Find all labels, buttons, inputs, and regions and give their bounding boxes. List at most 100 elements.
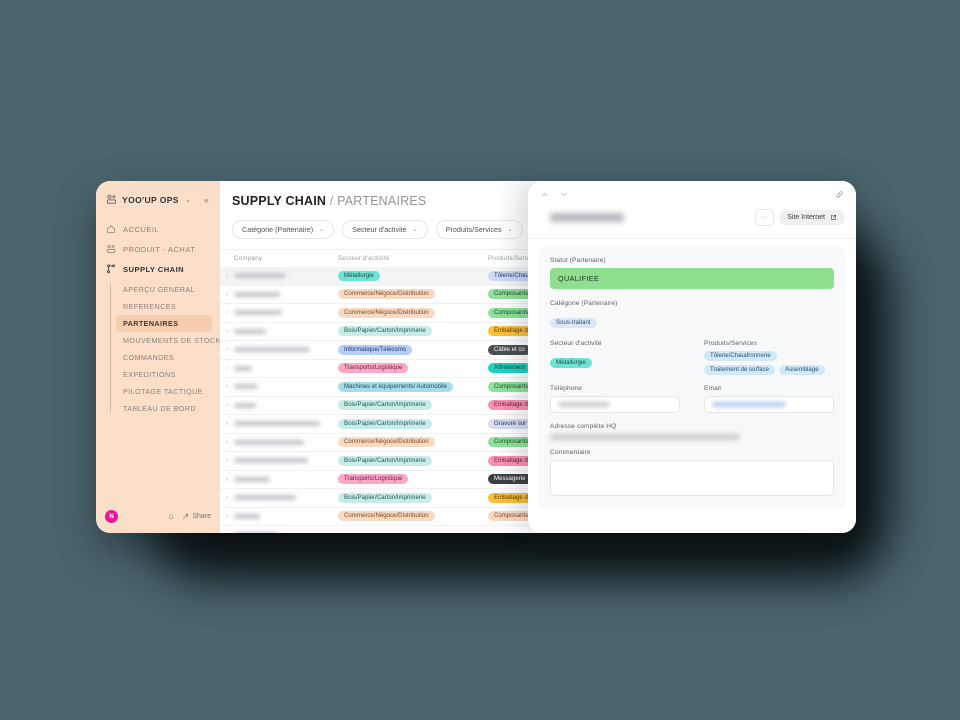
chevron-down-icon[interactable] — [559, 190, 568, 199]
company-name-redacted — [234, 384, 258, 390]
screen: YOO'UP OPS ⌄ « ACCUEIL PRODUIT - ACHAT S… — [0, 0, 960, 720]
expand-row-icon[interactable]: › — [220, 531, 234, 533]
produit-tag[interactable]: Tôlerie/Chaudronnerie — [704, 351, 777, 362]
expand-row-icon[interactable]: › — [220, 291, 234, 298]
sidebar-nav: ACCUEIL PRODUIT - ACHAT SUPPLY CHAIN APE… — [96, 215, 226, 502]
expand-row-icon[interactable]: › — [220, 513, 234, 520]
sidebar-item-commandes[interactable]: COMMANDES — [116, 349, 212, 366]
sidebar-item-partenaires[interactable]: PARTENAIRES — [116, 315, 212, 332]
cell-secteur: Commerce/Négoce/Distribution — [338, 511, 488, 522]
sidebar-item-references[interactable]: REFERENCES — [116, 298, 212, 315]
expand-row-icon[interactable]: › — [220, 346, 234, 353]
expand-row-icon[interactable]: › — [220, 476, 234, 483]
sidebar-item-apercu-general[interactable]: APERÇU GENERAL — [116, 281, 212, 298]
telephone-field[interactable] — [550, 396, 680, 414]
breadcrumb-separator: / — [329, 194, 334, 208]
categorie-tag[interactable]: Sous-traitant — [550, 318, 597, 329]
company-name-redacted — [234, 365, 252, 371]
cell-secteur: Commerce/Négoce/Distribution — [338, 289, 488, 300]
company-name-redacted — [234, 273, 286, 279]
breadcrumb-section: SUPPLY CHAIN — [232, 194, 327, 208]
sidebar-item-pilotage-tactique[interactable]: PILOTAGE TACTIQUE — [116, 383, 212, 400]
secteur-tag: Informatique/Télécoms — [338, 344, 412, 355]
filter-label: Secteur d'activité — [352, 225, 407, 234]
expand-row-icon[interactable]: › — [220, 457, 234, 464]
workspace-logo-icon — [106, 194, 117, 204]
status-badge[interactable]: QUALIFIEE — [550, 268, 834, 289]
bell-icon[interactable] — [167, 512, 175, 521]
external-link-icon — [831, 215, 836, 220]
cell-company — [234, 513, 338, 520]
expand-row-icon[interactable]: › — [220, 309, 234, 316]
cell-company — [234, 494, 338, 501]
expand-row-icon[interactable]: › — [220, 365, 234, 372]
company-name-redacted — [234, 291, 280, 297]
expand-row-icon[interactable]: › — [220, 494, 234, 501]
email-label: Email — [704, 385, 721, 393]
chevron-up-icon[interactable] — [540, 190, 549, 199]
statut-label: Statut (Partenaire) — [550, 257, 606, 264]
sidebar-item-accueil[interactable]: ACCUEIL — [96, 219, 220, 239]
secteur-tag: Bois/Papier/Carton/Imprimerie — [338, 400, 432, 411]
secteur-tag: Bois/Papier/Carton/Imprimerie — [338, 326, 432, 337]
workspace-name: YOO'UP OPS — [122, 194, 179, 205]
site-internet-button[interactable]: Site Internet — [780, 210, 844, 225]
filter-secteur-activite[interactable]: Secteur d'activité ⌄ — [342, 220, 428, 239]
filter-produits-services[interactable]: Produits/Services ⌄ — [435, 220, 523, 239]
secteur-tag: Bois/Papier/Carton/Imprimerie — [338, 492, 432, 503]
commentaire-label: Commentaire — [550, 449, 591, 457]
produit-tag[interactable]: Traitement de surface — [704, 365, 776, 376]
share-label: Share — [192, 513, 211, 520]
expand-row-icon[interactable]: › — [220, 402, 234, 409]
cell-secteur: Commerce/Négoce/Distribution — [338, 437, 488, 448]
cell-company — [234, 476, 338, 483]
cell-company — [234, 439, 338, 446]
cell-company — [234, 457, 338, 464]
link-icon[interactable] — [835, 190, 844, 199]
sidebar-item-supply-chain[interactable]: SUPPLY CHAIN — [96, 259, 220, 279]
share-button[interactable]: Share — [182, 513, 211, 520]
chevron-down-icon: ⌄ — [507, 227, 513, 233]
cell-company — [234, 309, 338, 316]
expand-row-icon[interactable]: › — [220, 272, 234, 279]
sidebar-item-expeditions[interactable]: EXPEDITIONS — [116, 366, 212, 383]
cell-secteur: Métallurgie — [338, 270, 488, 281]
secteur-tag: Métallurgie — [338, 270, 380, 281]
produits-tag-list: Tôlerie/Chaudronnerie Traitement de surfa… — [704, 351, 834, 376]
collapse-sidebar-icon[interactable]: « — [204, 195, 212, 205]
site-internet-label: Site Internet — [787, 214, 825, 221]
produit-tag[interactable]: Assemblage — [779, 365, 825, 376]
produit-tag: Emballage d — [488, 455, 534, 466]
filter-categorie-partenaire[interactable]: Catégorie (Partenaire) ⌄ — [232, 220, 335, 239]
cell-company — [234, 402, 338, 409]
sidebar-item-tableau-de-bord[interactable]: TABLEAU DE BORD — [116, 400, 212, 417]
expand-row-icon[interactable]: › — [220, 439, 234, 446]
panel-fields: Statut (Partenaire) QUALIFIEE Catégorie … — [538, 247, 846, 509]
sidebar-item-produit-achat[interactable]: PRODUIT - ACHAT — [96, 239, 220, 259]
email-field[interactable] — [704, 396, 834, 414]
company-name-redacted — [234, 458, 308, 464]
filter-label: Produits/Services — [445, 225, 502, 234]
sidebar: YOO'UP OPS ⌄ « ACCUEIL PRODUIT - ACHAT S… — [96, 181, 226, 533]
cell-secteur: Informatique/Télécoms — [338, 344, 488, 355]
expand-row-icon[interactable]: › — [220, 383, 234, 390]
chevron-down-icon: ⌄ — [319, 227, 325, 233]
expand-row-icon[interactable]: › — [220, 420, 234, 427]
company-name-redacted — [234, 495, 296, 501]
cell-company — [234, 291, 338, 298]
secteur-tag: Bois/Papier/Carton/Imprimerie — [338, 455, 432, 466]
cell-company — [234, 420, 338, 427]
commentaire-textarea[interactable] — [550, 460, 834, 497]
sidebar-item-mouvements-de-stocks[interactable]: MOUVEMENTS DE STOCKS — [116, 332, 226, 349]
expand-row-icon[interactable]: › — [220, 328, 234, 335]
more-options-button[interactable]: ··· — [755, 209, 775, 226]
adresse-value-redacted[interactable] — [550, 434, 740, 441]
email-value-redacted — [712, 402, 786, 408]
avatar[interactable]: N — [105, 510, 118, 523]
secteur-label: Secteur d'activité — [550, 340, 602, 347]
produit-tag: Affretement — [488, 363, 532, 374]
secteur-tag: Bois/Papier/Carton/Imprimerie — [338, 418, 432, 429]
sidebar-item-label: PRODUIT - ACHAT — [123, 244, 196, 254]
workspace-switcher[interactable]: YOO'UP OPS ⌄ « — [96, 181, 220, 215]
secteur-tag[interactable]: Métallurgie — [550, 358, 592, 369]
